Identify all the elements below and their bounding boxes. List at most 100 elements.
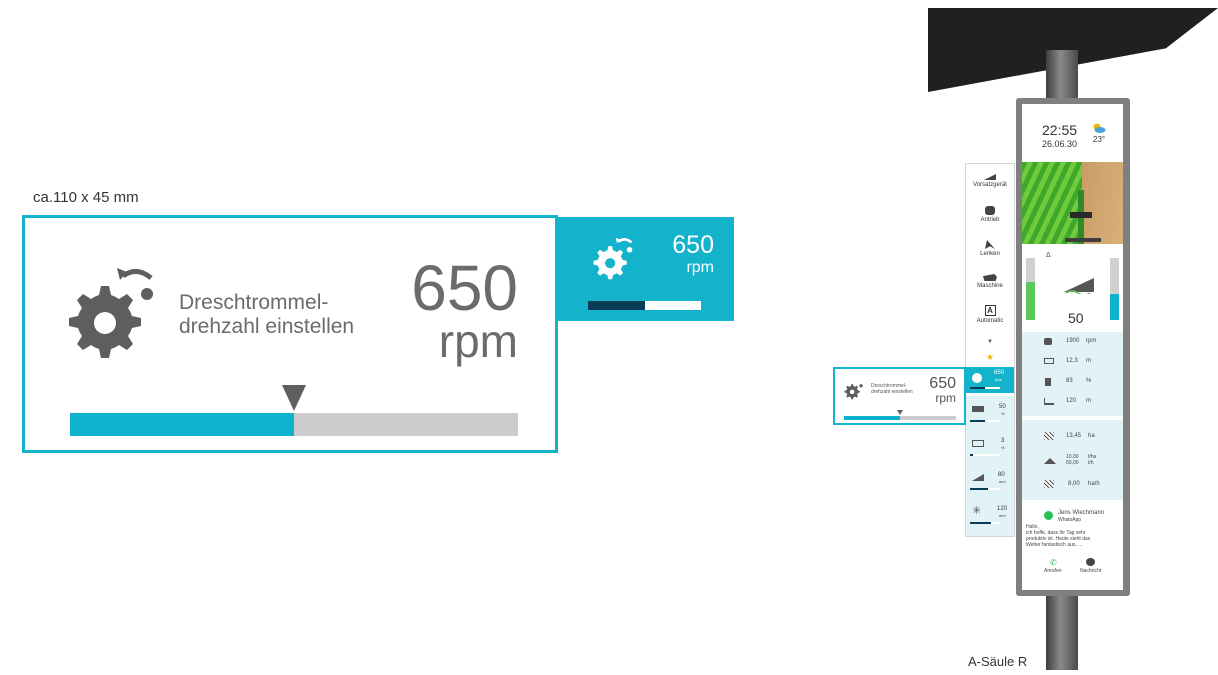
fuel-icon	[1045, 378, 1051, 386]
automatic-icon: A	[984, 305, 996, 316]
favorite-item[interactable]: 3 %	[966, 436, 1014, 464]
pillar-label: A-Säule R	[968, 654, 1028, 669]
header-bar-value: 50	[1068, 310, 1084, 326]
metric-unit: %	[1086, 378, 1092, 384]
favorite-unit: %	[1001, 411, 1005, 416]
favorite-unit: mm	[999, 479, 1006, 484]
slider-marker[interactable]	[282, 385, 306, 411]
steering-icon	[985, 240, 995, 249]
message-sender: Jens Wiechmann	[1058, 510, 1105, 516]
gear-rotate-icon	[844, 384, 863, 400]
call-button[interactable]: Anrufen	[1044, 568, 1062, 574]
field-map[interactable]	[1022, 162, 1123, 244]
sidebar-item-label: Maschine	[977, 283, 1003, 289]
popup-slider-marker[interactable]	[897, 410, 903, 415]
favorite-value: 80	[998, 472, 1005, 478]
drum-speed-tile[interactable]: 650 rpm	[556, 217, 734, 321]
chevron-down-icon[interactable]: ▼	[966, 339, 1014, 345]
favorite-item[interactable]: 50 %	[966, 402, 1014, 430]
pillar-display: 22:55 26.06.30 23° Δ 50 1900 rpm 12,3 m …	[1022, 104, 1123, 590]
speed-slider[interactable]	[70, 385, 518, 436]
cutting-height-icon	[972, 474, 984, 481]
phone-icon[interactable]: ✆	[1050, 558, 1057, 567]
area-rate-icon	[1044, 480, 1054, 488]
favorite-drum-speed[interactable]: 650 rpm	[966, 367, 1014, 393]
sidebar-item-drive[interactable]: Antrieb	[966, 206, 1014, 223]
clock-date: 26.06.30	[1042, 139, 1078, 149]
temperature: 23°	[1093, 135, 1106, 144]
weather-cloud-icon	[1093, 123, 1106, 133]
metric-value: 12,3	[1066, 358, 1078, 364]
sidebar-item-header[interactable]: Vorsatzgerät	[966, 174, 1014, 188]
drive-icon	[985, 206, 995, 215]
star-icon: ★	[985, 352, 995, 362]
stat-value: 13,45	[1066, 433, 1082, 439]
engine-icon	[1044, 338, 1052, 345]
gear-rotate-icon	[593, 237, 633, 280]
clock-time: 22:55	[1042, 122, 1078, 138]
height-icon	[1044, 398, 1054, 405]
size-annotation: ca.110 x 45 mm	[33, 189, 139, 206]
stat-unit: ha	[1088, 433, 1095, 439]
gear-rotate-icon	[972, 373, 982, 383]
message-text: Hallo, ich hoffe, dass ihr Tag sehr prod…	[1026, 524, 1091, 548]
slider-fill	[70, 413, 294, 436]
favorite-item[interactable]: 80 mm	[966, 470, 1014, 498]
favorite-unit: %	[1001, 445, 1005, 450]
favorite-unit: mm	[999, 513, 1006, 518]
widget-unit: rpm	[438, 315, 518, 367]
combine-harvester-icon	[1070, 212, 1092, 218]
header-icon	[984, 174, 996, 180]
machine-metrics: 1900 rpm 12,3 m 83 % 120 m	[1022, 332, 1123, 416]
spreader-icon: ✳	[972, 505, 982, 517]
sidebar-item-label: Vorsatzgerät	[973, 182, 1007, 188]
favorite-value: 50	[999, 404, 1006, 410]
favorites-list: 50 % 3 % 80 mm ✳ 120 mm	[966, 396, 1014, 536]
scale-icon	[1044, 458, 1056, 464]
tile-progress-fill	[588, 301, 645, 310]
sidebar-item-machine[interactable]: Maschine	[966, 274, 1014, 289]
gear-rotate-icon	[69, 268, 153, 358]
reel-icon	[972, 406, 984, 412]
header-height-icon: Δ	[1046, 252, 1051, 259]
favorite-value: 120	[997, 506, 1008, 512]
stat-value: 10,00 60,00	[1066, 454, 1079, 466]
favorite-unit: rpm	[995, 377, 1002, 382]
stat-unit: t/ha t/h	[1088, 454, 1097, 466]
area-icon	[1044, 432, 1054, 440]
message-panel[interactable]: Jens Wiechmann WhatsApp Hallo, ich hoffe…	[1022, 504, 1123, 590]
header-angle-icon	[1064, 278, 1094, 294]
sidebar-item-steering[interactable]: Lenken	[966, 240, 1014, 257]
favorite-item[interactable]: ✳ 120 mm	[966, 504, 1014, 532]
metric-unit: m	[1086, 398, 1091, 404]
sidebar-item-automatic[interactable]: A Automatic	[966, 305, 1014, 324]
popup-title: Dreschtrommel- drehzahl einstellen	[871, 383, 913, 395]
reply-button[interactable]: Nachricht	[1080, 568, 1101, 574]
tile-progress	[588, 301, 701, 310]
stat-value: 8,00	[1068, 481, 1080, 487]
yield-stats: 13,45 ha 10,00 60,00 t/ha t/h 8,00 ha/h	[1022, 420, 1123, 500]
tile-value: 650	[672, 231, 714, 259]
widget-title: Dreschtrommel- drehzahl einstellen	[179, 291, 355, 338]
metric-unit: rpm	[1086, 338, 1097, 344]
tile-unit: rpm	[686, 259, 714, 276]
sieve-icon	[972, 440, 984, 447]
sidebar-item-label: Antrieb	[980, 217, 1000, 223]
header-height-panel: Δ 50	[1022, 248, 1123, 328]
stat-unit: ha/h	[1088, 481, 1100, 487]
metric-unit: m	[1086, 358, 1091, 364]
popup-slider[interactable]	[844, 410, 956, 420]
favorite-value: 3	[1001, 438, 1005, 444]
width-icon	[1044, 358, 1054, 364]
sidebar-item-label: Automatic	[976, 318, 1004, 324]
sidebar-item-label: Lenken	[980, 251, 1000, 257]
metric-value: 120	[1066, 398, 1077, 404]
function-sidebar: Vorsatzgerät Antrieb Lenken Maschine A A…	[965, 163, 1015, 537]
metric-value: 1900	[1066, 338, 1080, 344]
drum-speed-popup[interactable]: Dreschtrommel- drehzahl einstellen 650 r…	[833, 367, 966, 425]
widget-value: 650	[411, 252, 518, 324]
whatsapp-icon	[1044, 511, 1053, 520]
message-app: WhatsApp	[1058, 517, 1082, 523]
drum-speed-widget[interactable]: Dreschtrommel- drehzahl einstellen 650 r…	[22, 215, 558, 453]
chat-icon[interactable]	[1086, 558, 1095, 566]
